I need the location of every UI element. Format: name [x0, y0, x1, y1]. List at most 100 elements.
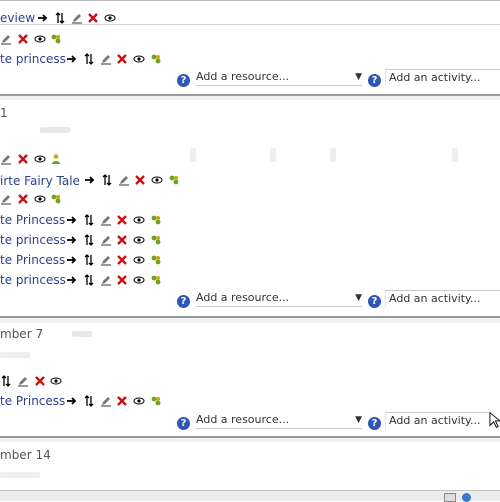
globe-icon: [462, 493, 471, 502]
move-updown-icon[interactable]: [83, 53, 95, 65]
delete-icon[interactable]: [17, 153, 29, 165]
help-icon[interactable]: ?: [177, 417, 190, 430]
activity-edit-icons: [66, 274, 163, 286]
activity-edit-icons: [66, 234, 163, 246]
group-icon[interactable]: [150, 53, 162, 65]
delete-icon[interactable]: [116, 53, 128, 65]
arrow-right-icon[interactable]: [84, 174, 96, 186]
edit-icon[interactable]: [17, 375, 29, 387]
section-title: mber 7: [0, 327, 44, 341]
eye-icon[interactable]: [133, 395, 145, 407]
edit-icon[interactable]: [118, 174, 130, 186]
edit-icon[interactable]: [100, 395, 112, 407]
eye-icon[interactable]: [50, 375, 62, 387]
activity-link[interactable]: te Princess: [0, 213, 65, 227]
activity-link[interactable]: te princess: [0, 273, 66, 287]
eye-icon[interactable]: [133, 254, 145, 266]
mouse-cursor-icon: [489, 411, 500, 428]
move-updown-icon[interactable]: [83, 395, 95, 407]
edit-icon[interactable]: [100, 234, 112, 246]
eye-icon[interactable]: [133, 234, 145, 246]
move-updown-icon[interactable]: [54, 12, 66, 24]
add-resource-select[interactable]: Add a resource... ▼: [196, 412, 362, 429]
eye-icon[interactable]: [133, 274, 145, 286]
activity-edit-icons: [37, 12, 117, 24]
edit-icon[interactable]: [0, 193, 12, 205]
delete-icon[interactable]: [17, 33, 29, 45]
edit-icon[interactable]: [100, 53, 112, 65]
eye-icon[interactable]: [151, 174, 163, 186]
add-activity-select[interactable]: Add an activity...: [385, 412, 489, 429]
help-icon[interactable]: ?: [368, 295, 381, 308]
eye-icon[interactable]: [34, 33, 46, 45]
arrow-right-icon[interactable]: [66, 53, 78, 65]
label-edit-icons: [0, 375, 63, 387]
eye-icon[interactable]: [133, 214, 145, 226]
group-icon[interactable]: [150, 254, 162, 266]
move-updown-icon[interactable]: [83, 214, 95, 226]
move-updown-icon[interactable]: [83, 234, 95, 246]
delete-icon[interactable]: [116, 274, 128, 286]
delete-icon[interactable]: [87, 12, 99, 24]
group-icon[interactable]: [50, 193, 62, 205]
group-icon[interactable]: [150, 395, 162, 407]
status-bar: [0, 490, 500, 501]
delete-icon[interactable]: [134, 174, 146, 186]
group-icon[interactable]: [50, 33, 62, 45]
arrow-right-icon[interactable]: [66, 395, 78, 407]
activity-edit-icons: [66, 53, 163, 65]
edit-icon[interactable]: [0, 33, 12, 45]
arrow-right-icon[interactable]: [66, 274, 78, 286]
activity-link[interactable]: te princess: [0, 233, 66, 247]
group-icon[interactable]: [150, 274, 162, 286]
help-icon[interactable]: ?: [177, 74, 190, 87]
help-icon[interactable]: ?: [368, 417, 381, 430]
eye-icon[interactable]: [34, 193, 46, 205]
activity-edit-icons: [84, 174, 181, 186]
activity-link[interactable]: te princess: [0, 52, 66, 66]
delete-icon[interactable]: [116, 234, 128, 246]
activity-link[interactable]: te Princess: [0, 253, 65, 267]
activity-link[interactable]: te Princess: [0, 394, 65, 408]
eye-icon[interactable]: [104, 12, 116, 24]
delete-icon[interactable]: [34, 375, 46, 387]
eye-icon[interactable]: [34, 153, 46, 165]
activity-edit-icons: [66, 254, 163, 266]
activity-link[interactable]: irte Fairy Tale: [0, 174, 80, 188]
arrow-right-icon[interactable]: [37, 12, 49, 24]
edit-icon[interactable]: [0, 153, 12, 165]
add-activity-select[interactable]: Add an activity...: [385, 69, 500, 86]
add-resource-select[interactable]: Add a resource... ▼: [196, 290, 362, 307]
arrow-right-icon[interactable]: [66, 214, 78, 226]
person-icon[interactable]: [50, 153, 62, 165]
add-resource-select[interactable]: Add a resource... ▼: [196, 69, 362, 86]
activity-edit-icons: [66, 214, 163, 226]
section-number: 1: [0, 106, 8, 120]
help-icon[interactable]: ?: [177, 295, 190, 308]
section-title: mber 14: [0, 448, 51, 462]
move-updown-icon[interactable]: [101, 174, 113, 186]
label-edit-icons: [0, 153, 63, 165]
arrow-right-icon[interactable]: [66, 234, 78, 246]
delete-icon[interactable]: [116, 254, 128, 266]
delete-icon[interactable]: [116, 395, 128, 407]
edit-icon[interactable]: [71, 12, 83, 24]
edit-icon[interactable]: [100, 214, 112, 226]
label-edit-icons: [0, 33, 63, 45]
move-updown-icon[interactable]: [83, 274, 95, 286]
eye-icon[interactable]: [133, 53, 145, 65]
arrow-right-icon[interactable]: [66, 254, 78, 266]
edit-icon[interactable]: [100, 274, 112, 286]
help-icon[interactable]: ?: [368, 74, 381, 87]
group-icon[interactable]: [150, 214, 162, 226]
delete-icon[interactable]: [116, 214, 128, 226]
edit-icon[interactable]: [100, 254, 112, 266]
move-updown-icon[interactable]: [83, 254, 95, 266]
group-icon[interactable]: [168, 174, 180, 186]
add-activity-select[interactable]: Add an activity...: [385, 290, 500, 307]
delete-icon[interactable]: [17, 193, 29, 205]
label-edit-icons: [0, 193, 63, 205]
move-updown-icon[interactable]: [0, 375, 12, 387]
group-icon[interactable]: [150, 234, 162, 246]
activity-link[interactable]: eview: [0, 11, 35, 25]
